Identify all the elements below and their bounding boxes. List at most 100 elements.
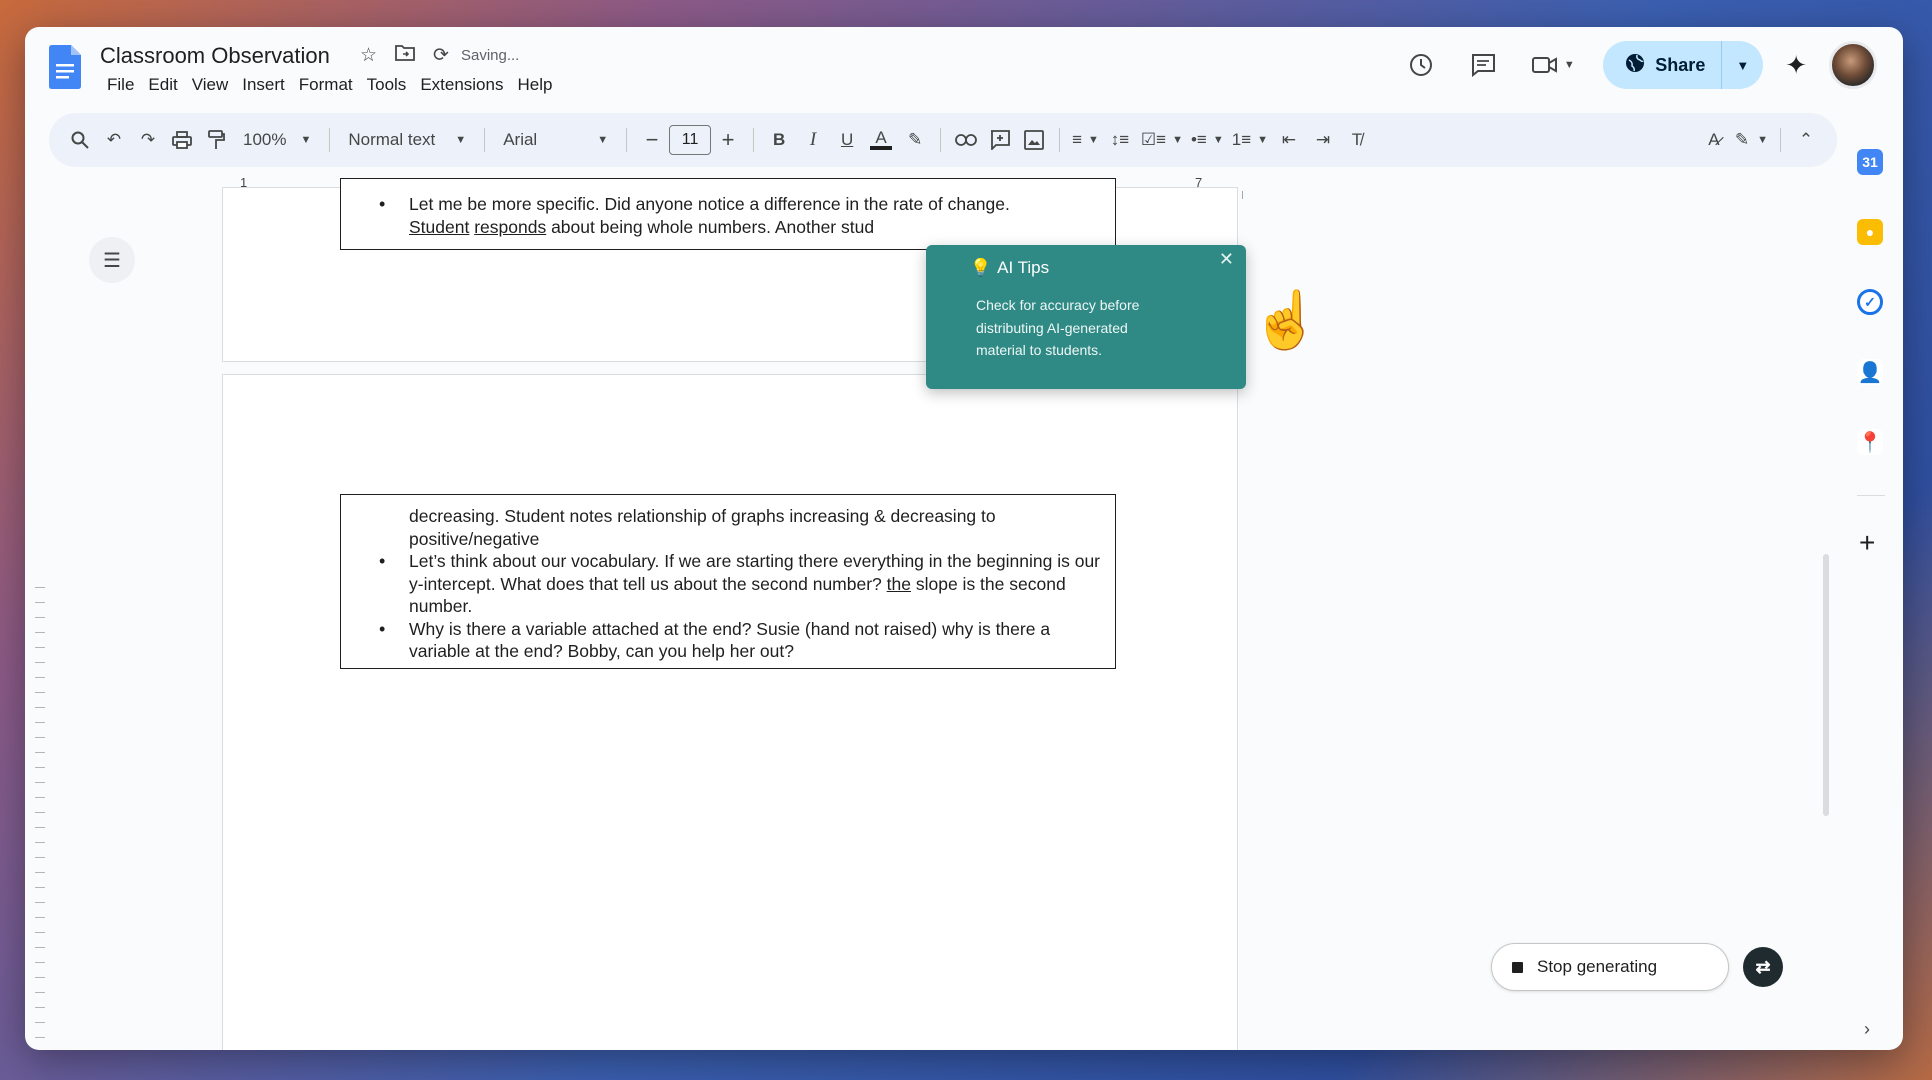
font-size-input[interactable]: 11 [669, 125, 712, 155]
decrease-font-size-icon[interactable]: − [635, 122, 669, 158]
editing-mode-icon[interactable]: ✎ ▼ [1731, 122, 1772, 158]
calendar-icon[interactable]: 31 [1857, 149, 1883, 175]
toolbar-divider [940, 128, 942, 152]
menu-help[interactable]: Help [510, 73, 559, 97]
comments-icon[interactable] [1463, 45, 1503, 85]
search-menus-icon[interactable] [63, 122, 97, 158]
save-status: Saving... [460, 47, 520, 64]
font-select[interactable]: Arial ▼ [493, 130, 618, 150]
close-icon[interactable]: ✕ [1219, 249, 1234, 270]
menu-bar: File Edit View Insert Format Tools Exten… [100, 73, 559, 97]
chevron-down-icon: ▼ [1563, 59, 1575, 71]
share-dropdown-icon[interactable]: ▼ [1721, 41, 1763, 89]
menu-file[interactable]: File [100, 73, 141, 97]
move-folder-icon[interactable] [395, 44, 415, 67]
stop-generating-label: Stop generating [1537, 957, 1658, 976]
ai-tips-title: AI Tips [997, 258, 1050, 277]
numbered-list-icon[interactable]: 1≡ ▼ [1228, 122, 1272, 158]
chevron-down-icon: ▼ [300, 134, 312, 146]
menu-tools[interactable]: Tools [360, 73, 414, 97]
toolbar-divider [753, 128, 755, 152]
menu-edit[interactable]: Edit [141, 73, 184, 97]
star-icon[interactable]: ☆ [360, 44, 377, 67]
menu-format[interactable]: Format [292, 73, 360, 97]
list-item: Let’s think about our vocabulary. If we … [373, 550, 1107, 618]
undo-icon[interactable]: ↶ [97, 122, 131, 158]
text-box[interactable]: decreasing. Student notes relationship o… [340, 494, 1116, 669]
toolbar-divider [484, 128, 486, 152]
paragraph-style-select[interactable]: Normal text ▼ [338, 130, 476, 150]
share-button[interactable]: Share ▼ [1603, 41, 1764, 89]
docs-logo-icon[interactable] [49, 45, 81, 89]
paint-format-icon[interactable] [199, 122, 233, 158]
underline-icon[interactable]: U [830, 122, 864, 158]
font-value: Arial [503, 130, 538, 149]
document-title[interactable]: Classroom Observation [100, 43, 330, 69]
checklist-icon[interactable]: ☑≡ ▼ [1137, 122, 1187, 158]
spellcheck-word[interactable]: the [887, 574, 911, 594]
gemini-sparkle-icon[interactable]: ✦ [1785, 50, 1807, 81]
document-page[interactable]: decreasing. Student notes relationship o… [222, 374, 1238, 1050]
add-addon-icon[interactable]: + [1859, 527, 1875, 559]
spellcheck-icon[interactable]: A̷ [1697, 122, 1731, 158]
vertical-scrollbar[interactable] [1823, 554, 1829, 816]
hand-cursor-icon: ☝ [1251, 288, 1321, 351]
ai-tips-header: 💡 AI Tips [970, 258, 1049, 278]
clear-formatting-icon[interactable]: T̸ [1340, 122, 1374, 158]
redo-icon[interactable]: ↷ [131, 122, 165, 158]
chevron-right-icon[interactable]: › [1864, 1019, 1870, 1040]
spellcheck-word[interactable]: responds [474, 217, 546, 237]
meet-video-icon[interactable]: ▼ [1525, 45, 1581, 85]
text-color-icon[interactable]: A [864, 122, 898, 158]
version-history-icon[interactable] [1401, 45, 1441, 85]
user-avatar[interactable] [1829, 41, 1877, 89]
add-comment-icon[interactable] [983, 122, 1017, 158]
ai-tips-popup[interactable]: 💡 AI Tips ✕ Check for accuracy before di… [926, 245, 1246, 389]
formatting-toolbar: ↶ ↷ 100% ▼ Normal text ▼ Arial ▼ − 11 + … [49, 113, 1837, 167]
stop-icon [1512, 961, 1523, 973]
document-canvas: ☰ Let me be more specific. Did anyone no… [49, 178, 1837, 1050]
line-spacing-icon[interactable]: ↕≡ [1103, 122, 1137, 158]
collapse-toolbar-icon[interactable]: ⌃ [1789, 122, 1823, 158]
keep-icon[interactable]: ● [1857, 219, 1883, 245]
title-icons: ☆ ⟳ Saving... [360, 44, 519, 67]
tasks-icon[interactable]: ✓ [1857, 289, 1883, 315]
menu-insert[interactable]: Insert [235, 73, 292, 97]
lightbulb-icon: 💡 [970, 258, 992, 277]
insert-image-icon[interactable] [1017, 122, 1051, 158]
toolbar-divider [329, 128, 331, 152]
increase-indent-icon[interactable]: ⇥ [1306, 122, 1340, 158]
stop-generating-button[interactable]: Stop generating [1491, 943, 1729, 991]
vertical-ruler-ticks [35, 587, 45, 1047]
share-label: Share [1655, 54, 1706, 75]
contacts-icon[interactable]: 👤 [1857, 359, 1883, 385]
maps-icon[interactable]: 📍 [1857, 429, 1883, 455]
bold-icon[interactable]: B [762, 122, 796, 158]
document-outline-icon[interactable]: ☰ [89, 237, 135, 283]
app-window: Classroom Observation ☆ ⟳ Saving... File… [25, 27, 1903, 1050]
list-item-continuation: Student responds about being whole numbe… [373, 216, 1107, 239]
text-box[interactable]: Let me be more specific. Did anyone noti… [340, 178, 1116, 250]
chevron-down-icon: ▼ [455, 134, 467, 146]
spellcheck-word[interactable]: Student [409, 217, 469, 237]
italic-icon[interactable]: I [796, 122, 830, 158]
insert-link-icon[interactable] [949, 122, 983, 158]
toolbar-divider [626, 128, 628, 152]
paragraph-style-value: Normal text [348, 130, 436, 149]
globe-icon [1625, 53, 1645, 78]
decrease-indent-icon[interactable]: ⇤ [1272, 122, 1306, 158]
menu-extensions[interactable]: Extensions [413, 73, 510, 97]
extension-icon[interactable]: ⇄ [1743, 947, 1783, 987]
highlight-color-icon[interactable]: ✎ [898, 122, 932, 158]
toolbar-divider [1780, 128, 1781, 152]
bulleted-list-icon[interactable]: •≡ ▼ [1187, 122, 1228, 158]
title-bar: Classroom Observation ☆ ⟳ Saving... File… [25, 27, 1903, 109]
zoom-select[interactable]: 100% ▼ [233, 130, 321, 150]
side-panel: 31 ● ✓ 👤 📍 + › [1839, 123, 1903, 1050]
align-left-icon[interactable]: ≡ ▼ [1068, 122, 1103, 158]
header-actions: ▼ Share ▼ ✦ [1401, 41, 1877, 89]
increase-font-size-icon[interactable]: + [711, 122, 745, 158]
list-item-continuation: decreasing. Student notes relationship o… [409, 506, 996, 549]
menu-view[interactable]: View [185, 73, 236, 97]
print-icon[interactable] [165, 122, 199, 158]
